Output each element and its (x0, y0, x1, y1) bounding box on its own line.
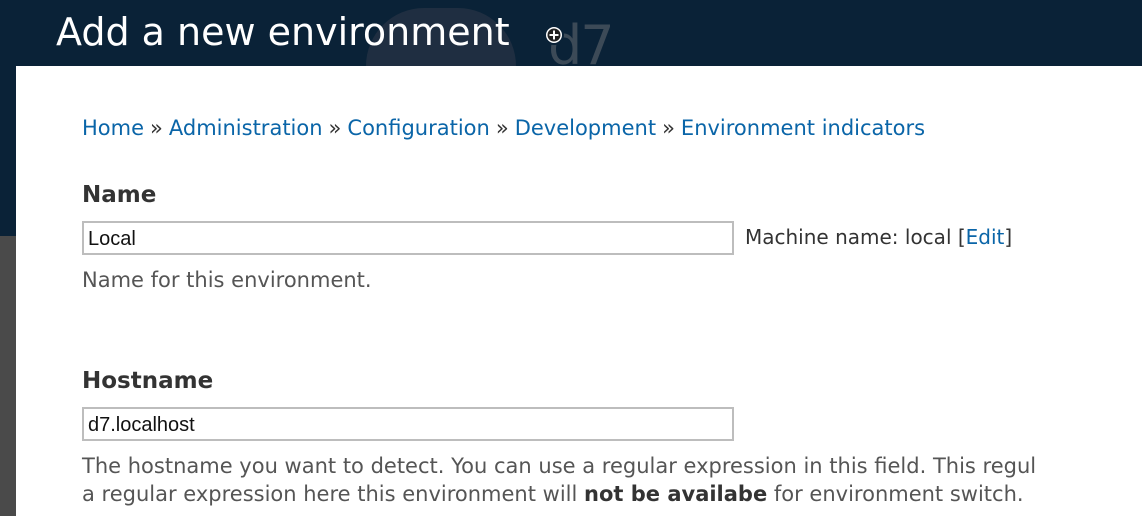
name-input[interactable]: Local (82, 221, 734, 255)
breadcrumb-development[interactable]: Development (515, 116, 656, 140)
breadcrumb-separator: » (150, 116, 163, 140)
breadcrumb-separator: » (495, 116, 509, 140)
breadcrumb: Home» Administration» Configuration» Develo… (82, 116, 925, 140)
breadcrumb-configuration[interactable]: Configuration (347, 116, 489, 140)
page-header: d7 Add a new environment (0, 0, 1142, 77)
machine-name-edit-link[interactable]: Edit (966, 225, 1005, 249)
breadcrumb-separator: » (328, 116, 342, 140)
hostname-input[interactable]: d7.localhost (82, 407, 734, 441)
hostname-description-line2: a regular expression here this environme… (82, 480, 1024, 508)
name-label: Name (82, 182, 157, 208)
plus-circle-icon[interactable] (543, 24, 565, 46)
breadcrumb-administration[interactable]: Administration (169, 116, 323, 140)
machine-name: Machine name: local [Edit] (745, 225, 1012, 249)
main-content: Home» Administration» Configuration» Develo… (16, 66, 1142, 516)
name-description: Name for this environment. (82, 268, 372, 292)
breadcrumb-home[interactable]: Home (82, 116, 144, 140)
page-title: Add a new environment (56, 10, 510, 54)
hostname-description-text-end: for environment switch. (767, 482, 1024, 506)
breadcrumb-environment-indicators[interactable]: Environment indicators (681, 116, 925, 140)
hostname-description-line1: The hostname you want to detect. You can… (82, 454, 1037, 478)
hostname-label: Hostname (82, 368, 214, 394)
machine-name-bracket-open: [ (957, 225, 966, 249)
breadcrumb-separator: » (662, 116, 675, 140)
machine-name-bracket-close: ] (1004, 225, 1013, 249)
hostname-description-text: a regular expression here this environme… (82, 482, 585, 506)
left-strip (0, 236, 16, 516)
machine-name-text: Machine name: local (745, 225, 952, 249)
hostname-description-emphasis: not be availabe (584, 482, 768, 506)
